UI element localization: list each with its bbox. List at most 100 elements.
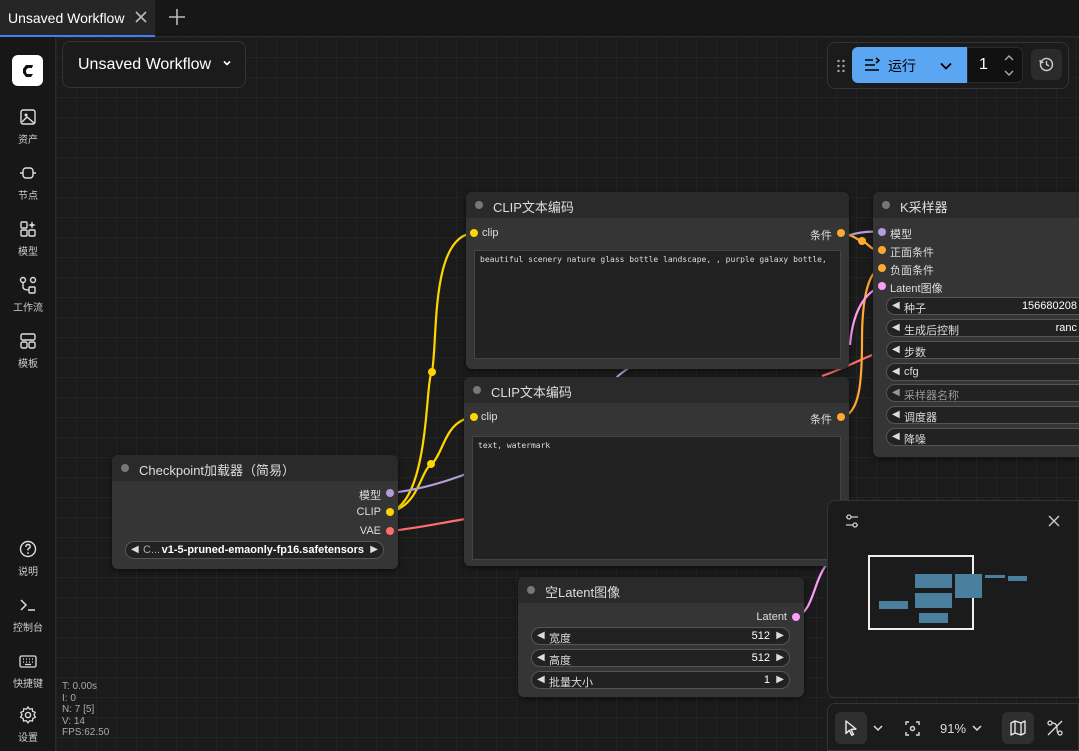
canvas-toolbar: 91%	[827, 703, 1079, 751]
input-slot-negative[interactable]	[878, 264, 886, 272]
node-header[interactable]: CLIP文本编码	[466, 192, 849, 218]
arrow-left-icon[interactable]: ◀	[892, 387, 900, 398]
input-slot-model[interactable]	[878, 228, 886, 236]
arrow-left-icon[interactable]: ◀	[537, 674, 545, 685]
stat-i: I: 0	[62, 692, 76, 704]
drag-handle-icon[interactable]	[836, 59, 846, 73]
chevron-down-icon[interactable]	[937, 57, 955, 75]
arrow-left-icon[interactable]: ◀	[892, 300, 900, 311]
node-header[interactable]: Checkpoint加载器（简易）	[112, 455, 398, 481]
chevron-down-icon	[223, 60, 231, 66]
chevron-down-icon[interactable]	[1002, 66, 1016, 80]
prompt-textarea[interactable]: beautiful scenery nature glass bottle la…	[474, 250, 841, 359]
widget-denoise[interactable]: ◀ 降噪	[886, 428, 1079, 446]
chevron-down-icon[interactable]	[970, 721, 984, 735]
fit-view-icon[interactable]	[904, 720, 921, 737]
arrow-left-icon[interactable]: ◀	[537, 652, 545, 663]
widget-width[interactable]: ◀ 宽度 512 ▶	[531, 627, 790, 645]
arrow-right-icon[interactable]: ▶	[776, 630, 784, 641]
node-checkpoint-loader[interactable]: Checkpoint加载器（简易） 模型 CLIP VAE ◀ C... v1-…	[112, 455, 398, 569]
history-icon	[1039, 57, 1054, 72]
node-title: K采样器	[900, 200, 948, 215]
zoom-level[interactable]: 91%	[940, 721, 966, 736]
output-slot-latent[interactable]	[792, 613, 800, 621]
sliders-icon[interactable]	[844, 513, 860, 529]
run-button[interactable]: 运行	[852, 47, 967, 83]
widget-ckpt-name[interactable]: ◀ C... v1-5-pruned-emaonly-fp16.safetens…	[125, 541, 384, 559]
widget-label: 调度器	[904, 412, 937, 424]
arrow-left-icon[interactable]: ◀	[131, 544, 139, 555]
collapse-dot[interactable]	[882, 201, 890, 209]
node-header[interactable]: K采样器	[873, 192, 1079, 218]
input-slot-clip[interactable]	[470, 229, 478, 237]
arrow-right-icon[interactable]: ▶	[370, 544, 378, 555]
close-icon[interactable]	[1046, 513, 1062, 529]
stat-fps: FPS:62.50	[62, 727, 110, 738]
widget-value: 1	[763, 674, 770, 686]
collapse-dot[interactable]	[121, 464, 129, 472]
output-label: 条件	[810, 230, 832, 242]
workflow-title: Unsaved Workflow	[78, 55, 212, 73]
output-label: 模型	[359, 490, 381, 502]
output-label: VAE	[359, 525, 381, 537]
node-empty-latent-image[interactable]: 空Latent图像 Latent ◀ 宽度 512 ▶ ◀ 高度 512 ▶ ◀…	[518, 577, 804, 697]
toggle-links-icon[interactable]	[1046, 719, 1064, 737]
widget-label: 采样器名称	[904, 390, 959, 402]
select-mode-button[interactable]	[835, 712, 867, 744]
arrow-left-icon[interactable]: ◀	[892, 322, 900, 333]
output-slot-conditioning[interactable]	[837, 229, 845, 237]
reroute-dot[interactable]	[858, 237, 866, 245]
arrow-left-icon[interactable]: ◀	[537, 630, 545, 641]
widget-value: 512	[751, 630, 770, 642]
collapse-dot[interactable]	[473, 386, 481, 394]
node-title: CLIP文本编码	[493, 200, 574, 215]
reroute-dot[interactable]	[428, 368, 436, 376]
chevron-up-icon[interactable]	[1002, 51, 1016, 65]
minimap-panel[interactable]	[827, 500, 1079, 698]
widget-batch-size[interactable]: ◀ 批量大小 1 ▶	[531, 671, 790, 689]
arrow-right-icon[interactable]: ▶	[776, 674, 784, 685]
chevron-down-icon[interactable]	[871, 721, 885, 735]
input-label: 正面条件	[890, 247, 934, 259]
minimap-node	[985, 575, 1005, 578]
node-header[interactable]: 空Latent图像	[518, 577, 804, 603]
widget-sampler-name[interactable]: ◀ 采样器名称	[886, 384, 1079, 402]
node-ksampler[interactable]: K采样器 模型 正面条件 负面条件 Latent图像 ◀ 种子 15668020…	[873, 192, 1079, 457]
arrow-left-icon[interactable]: ◀	[892, 409, 900, 420]
node-clip-text-encode-positive[interactable]: CLIP文本编码 clip 条件 beautiful scenery natur…	[466, 192, 849, 369]
node-title: CLIP文本编码	[491, 385, 572, 400]
reroute-dot[interactable]	[427, 460, 435, 468]
widget-height[interactable]: ◀ 高度 512 ▶	[531, 649, 790, 667]
toggle-minimap-button[interactable]	[1002, 712, 1034, 744]
arrow-left-icon[interactable]: ◀	[892, 366, 900, 377]
batch-count-value: 1	[979, 56, 988, 73]
widget-value: ranc	[1055, 322, 1077, 334]
widget-seed[interactable]: ◀ 种子 156680208	[886, 297, 1079, 315]
arrow-left-icon[interactable]: ◀	[892, 344, 900, 355]
widget-steps[interactable]: ◀ 步数	[886, 341, 1079, 359]
input-slot-latent[interactable]	[878, 282, 886, 290]
output-slot-model[interactable]	[386, 489, 394, 497]
run-label: 运行	[888, 58, 916, 74]
input-slot-clip[interactable]	[470, 413, 478, 421]
input-label: clip	[481, 411, 498, 423]
stat-v: V: 14	[62, 715, 85, 727]
node-header[interactable]: CLIP文本编码	[464, 377, 849, 403]
widget-scheduler[interactable]: ◀ 调度器	[886, 406, 1079, 424]
input-slot-positive[interactable]	[878, 246, 886, 254]
prompt-textarea[interactable]: text, watermark	[472, 436, 841, 560]
input-label: 负面条件	[890, 265, 934, 277]
node-clip-text-encode-negative[interactable]: CLIP文本编码 clip 条件 text, watermark	[464, 377, 849, 566]
output-slot-vae[interactable]	[386, 527, 394, 535]
collapse-dot[interactable]	[475, 201, 483, 209]
workflow-title-menu[interactable]: Unsaved Workflow	[62, 41, 246, 88]
queue-history-button[interactable]	[1031, 49, 1062, 80]
batch-count-input[interactable]: 1	[967, 47, 1023, 83]
widget-control-after-generate[interactable]: ◀ 生成后控制 ranc	[886, 319, 1079, 337]
output-slot-conditioning[interactable]	[837, 413, 845, 421]
arrow-right-icon[interactable]: ▶	[776, 652, 784, 663]
output-slot-clip[interactable]	[386, 508, 394, 516]
widget-cfg[interactable]: ◀ cfg	[886, 363, 1079, 381]
arrow-left-icon[interactable]: ◀	[892, 431, 900, 442]
collapse-dot[interactable]	[527, 586, 535, 594]
